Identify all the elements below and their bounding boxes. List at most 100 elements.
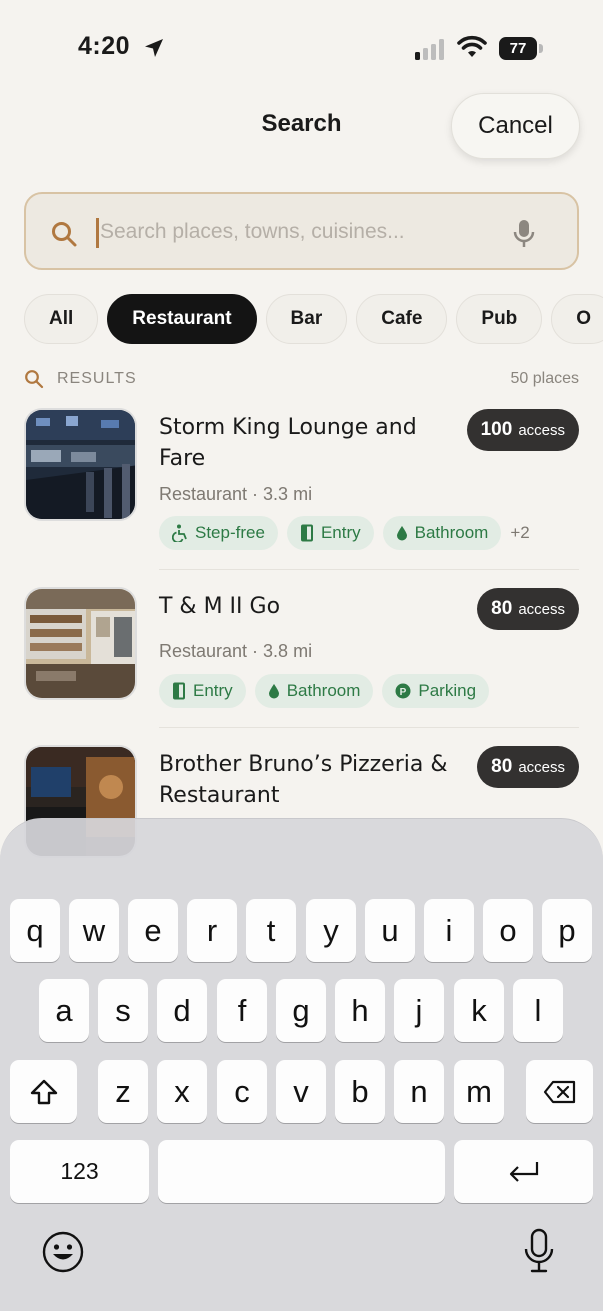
access-score-badge: 80 access	[477, 588, 579, 630]
tag-entry: Entry	[159, 674, 246, 708]
key-p[interactable]: p	[542, 899, 592, 962]
key-s[interactable]: s	[98, 979, 148, 1042]
numbers-key[interactable]: 123	[10, 1140, 149, 1203]
key-g[interactable]: g	[276, 979, 326, 1042]
text-cursor	[96, 218, 99, 248]
battery-indicator: 77	[499, 37, 545, 61]
key-k[interactable]: k	[454, 979, 504, 1042]
result-item[interactable]: Storm King Lounge and Fare Restaurant · …	[24, 408, 579, 550]
place-thumbnail	[24, 587, 137, 700]
dictation-microphone-icon[interactable]	[523, 1227, 555, 1275]
wheelchair-icon	[172, 524, 187, 542]
shift-icon	[30, 1079, 57, 1104]
filter-chip-all[interactable]: All	[24, 294, 99, 344]
tag-bathroom: Bathroom	[382, 516, 502, 550]
more-tags-count: +2	[510, 523, 530, 542]
battery-level: 77	[509, 40, 527, 57]
key-b[interactable]: b	[335, 1060, 385, 1123]
place-name: Storm King Lounge and Fare	[159, 415, 417, 471]
return-key[interactable]	[454, 1140, 593, 1203]
results-header: RESULTS 50 places	[24, 368, 579, 392]
access-score: 100	[480, 419, 513, 440]
water-drop-icon	[396, 526, 407, 541]
key-j[interactable]: j	[394, 979, 444, 1042]
place-meta: Restaurant · 3.3 mi	[159, 484, 313, 504]
key-x[interactable]: x	[157, 1060, 207, 1123]
filter-chip-pub[interactable]: Pub	[456, 294, 543, 344]
tag-label: Bathroom	[286, 681, 361, 700]
key-h[interactable]: h	[335, 979, 385, 1042]
cancel-button[interactable]: Cancel	[451, 93, 580, 159]
location-arrow-icon	[145, 39, 163, 57]
svg-text:P: P	[400, 687, 407, 698]
key-m[interactable]: m	[454, 1060, 504, 1123]
filter-chip-restaurant[interactable]: Restaurant	[107, 294, 257, 344]
key-a[interactable]: a	[39, 979, 89, 1042]
search-icon	[25, 370, 44, 389]
emoji-icon[interactable]	[42, 1231, 84, 1273]
key-r[interactable]: r	[187, 899, 237, 962]
key-e[interactable]: e	[128, 899, 178, 962]
place-name: Brother Bruno’s Pizzeria & Restaurant	[159, 752, 448, 808]
divider	[159, 727, 579, 728]
access-score-badge: 100 access	[466, 409, 579, 451]
key-z[interactable]: z	[98, 1060, 148, 1123]
water-drop-icon	[268, 684, 279, 699]
key-c[interactable]: c	[217, 1060, 267, 1123]
place-thumbnail	[24, 408, 137, 521]
status-time: 4:20	[78, 32, 131, 60]
divider	[159, 569, 579, 570]
shift-key[interactable]	[10, 1060, 77, 1123]
key-n[interactable]: n	[394, 1060, 444, 1123]
access-score: 80	[491, 756, 513, 777]
filter-chip-bar[interactable]: Bar	[265, 294, 348, 344]
key-y[interactable]: y	[306, 899, 356, 962]
return-icon	[509, 1161, 538, 1182]
access-score: 80	[491, 598, 513, 619]
space-key[interactable]	[158, 1140, 445, 1203]
results-count: 50 places	[510, 370, 580, 387]
status-bar: 4:20 77	[0, 0, 603, 96]
filter-chip-cafe[interactable]: Cafe	[356, 294, 448, 344]
accessibility-tags: Step-free Entry Bathroom +2	[159, 516, 530, 550]
signal-icon	[415, 39, 444, 60]
search-input[interactable]: Search places, towns, cuisines...	[24, 192, 579, 270]
key-d[interactable]: d	[157, 979, 207, 1042]
key-i[interactable]: i	[424, 899, 474, 962]
accessibility-tags: Entry Bathroom P Parking	[159, 674, 498, 708]
microphone-icon[interactable]	[512, 218, 536, 250]
place-name: T & M II Go	[159, 594, 281, 619]
key-t[interactable]: t	[246, 899, 296, 962]
door-icon	[300, 524, 313, 542]
tag-label: Bathroom	[414, 523, 489, 542]
key-q[interactable]: q	[10, 899, 60, 962]
key-w[interactable]: w	[69, 899, 119, 962]
key-l[interactable]: l	[513, 979, 563, 1042]
access-score-label: access	[518, 759, 565, 776]
place-meta: Restaurant · 3.8 mi	[159, 641, 313, 661]
key-f[interactable]: f	[217, 979, 267, 1042]
tag-bathroom: Bathroom	[254, 674, 374, 708]
tag-label: Entry	[193, 681, 233, 700]
filter-chips: All Restaurant Bar Cafe Pub O	[24, 294, 603, 344]
parking-icon: P	[395, 683, 411, 699]
result-item[interactable]: T & M II Go Restaurant · 3.8 mi 80 acces…	[24, 587, 579, 708]
access-score-badge: 80 access	[477, 746, 579, 788]
tag-label: Step-free	[195, 523, 265, 542]
search-placeholder: Search places, towns, cuisines...	[100, 220, 405, 243]
tag-label: Entry	[320, 523, 361, 542]
door-icon	[173, 682, 185, 700]
onscreen-keyboard: q w e r t y u i o p a s d f g h j k l z …	[0, 818, 603, 1311]
tag-label: Parking	[418, 681, 477, 700]
wifi-icon	[457, 35, 487, 57]
key-u[interactable]: u	[365, 899, 415, 962]
tag-entry: Entry	[286, 516, 374, 550]
access-score-label: access	[518, 601, 565, 618]
key-v[interactable]: v	[276, 1060, 326, 1123]
key-o[interactable]: o	[483, 899, 533, 962]
tag-parking: P Parking	[382, 674, 490, 708]
filter-chip-other[interactable]: O	[551, 294, 603, 344]
backspace-key[interactable]	[526, 1060, 593, 1123]
results-label: RESULTS	[57, 370, 137, 387]
backspace-icon	[543, 1080, 575, 1103]
